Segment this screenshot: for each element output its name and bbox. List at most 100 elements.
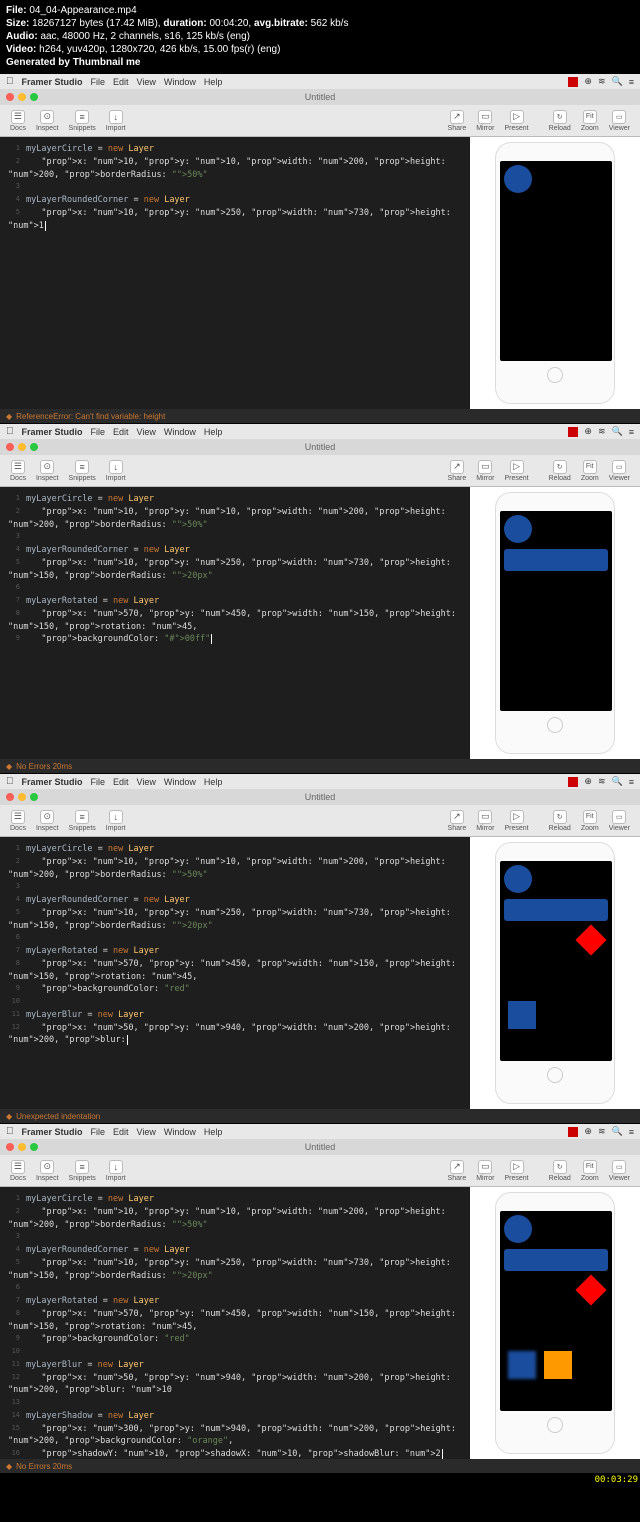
menu-item[interactable]: Help [204,1127,223,1137]
share-button[interactable]: ↗Share [444,460,471,482]
snippets-button[interactable]: ≡Snippets [65,460,100,482]
inspect-button[interactable]: ⊙Inspect [32,110,63,132]
menu-item[interactable]: Window [164,77,196,87]
success-icon: ◆ [6,1462,12,1471]
window-title: Untitled [305,442,336,452]
mirror-button[interactable]: ▭Mirror [472,460,498,482]
maximize-icon[interactable] [30,93,38,101]
phone-mockup [495,842,615,1104]
menu-item[interactable]: File [91,427,106,437]
docs-button[interactable]: ☰Docs [6,1160,30,1182]
menu-item[interactable]: Edit [113,427,129,437]
menu-icon: ≡ [629,1127,634,1137]
code-editor[interactable]: 1myLayerCircle = new Layer2 "prop">x: "n… [0,837,470,1109]
menu-item[interactable]: Edit [113,777,129,787]
window-titlebar: Untitled [0,789,640,805]
viewer-button[interactable]: ▭Viewer [605,460,634,482]
minimize-icon[interactable] [18,93,26,101]
preview-shape [544,1351,572,1379]
import-button[interactable]: ↓Import [102,110,130,132]
menu-item[interactable]: Window [164,777,196,787]
docs-button[interactable]: ☰Docs [6,460,30,482]
present-button[interactable]: ▷Present [501,1160,533,1182]
viewer-button[interactable]: ▭Viewer [605,1160,634,1182]
status-bar: ◆No Errors 20ms [0,1459,640,1473]
menu-item[interactable]: Edit [113,77,129,87]
import-button[interactable]: ↓Import [102,810,130,832]
home-button-icon [547,1067,563,1083]
present-button[interactable]: ▷Present [501,810,533,832]
mirror-button[interactable]: ▭Mirror [472,1160,498,1182]
menu-item[interactable]: View [137,77,156,87]
menu-item[interactable]: File [91,777,106,787]
status-bar: ◆ReferenceError: Can't find variable: he… [0,409,640,423]
code-editor[interactable]: 1myLayerCircle = new Layer2 "prop">x: "n… [0,487,470,759]
menu-item[interactable]: Help [204,77,223,87]
menu-item[interactable]: View [137,427,156,437]
minimize-icon[interactable] [18,1143,26,1151]
minimize-icon[interactable] [18,443,26,451]
search-icon: 🔍 [612,76,623,87]
docs-button[interactable]: ☰Docs [6,110,30,132]
close-icon[interactable] [6,443,14,451]
import-button[interactable]: ↓Import [102,460,130,482]
close-icon[interactable] [6,93,14,101]
snippets-button[interactable]: ≡Snippets [65,810,100,832]
present-button[interactable]: ▷Present [501,110,533,132]
wifi-icon: ≋ [598,426,606,437]
search-icon: 🔍 [612,426,623,437]
menu-item[interactable]: Window [164,1127,196,1137]
menu-item[interactable]: Help [204,427,223,437]
share-button[interactable]: ↗Share [444,110,471,132]
snippets-button[interactable]: ≡Snippets [65,110,100,132]
zoom-button[interactable]: FitZoom [577,460,603,482]
inspect-button[interactable]: ⊙Inspect [32,1160,63,1182]
record-icon [568,427,578,437]
zoom-button[interactable]: FitZoom [577,1160,603,1182]
mirror-button[interactable]: ▭Mirror [472,110,498,132]
present-button[interactable]: ▷Present [501,460,533,482]
import-button[interactable]: ↓Import [102,1160,130,1182]
file-metadata: File: 04_04-Appearance.mp4 Size: 1826712… [0,0,640,73]
snippets-button[interactable]: ≡Snippets [65,1160,100,1182]
wifi-icon: ⊕ [584,776,592,787]
apple-icon:  [6,76,14,87]
maximize-icon[interactable] [30,1143,38,1151]
menu-item[interactable]: Edit [113,1127,129,1137]
menu-item[interactable]: File [91,77,106,87]
reload-button[interactable]: ↻Reload [545,460,575,482]
menu-item[interactable]: View [137,1127,156,1137]
zoom-button[interactable]: FitZoom [577,110,603,132]
maximize-icon[interactable] [30,793,38,801]
menu-item[interactable]: Window [164,427,196,437]
inspect-button[interactable]: ⊙Inspect [32,810,63,832]
reload-button[interactable]: ↻Reload [545,110,575,132]
docs-button[interactable]: ☰Docs [6,810,30,832]
window-title: Untitled [305,1142,336,1152]
record-icon [568,77,578,87]
zoom-button[interactable]: FitZoom [577,810,603,832]
inspect-button[interactable]: ⊙Inspect [32,460,63,482]
minimize-icon[interactable] [18,793,26,801]
close-icon[interactable] [6,793,14,801]
viewer-button[interactable]: ▭Viewer [605,810,634,832]
app-name: Framer Studio [22,1127,83,1137]
close-icon[interactable] [6,1143,14,1151]
viewer-button[interactable]: ▭Viewer [605,110,634,132]
reload-button[interactable]: ↻Reload [545,1160,575,1182]
maximize-icon[interactable] [30,443,38,451]
menu-item[interactable]: View [137,777,156,787]
menu-item[interactable]: Help [204,777,223,787]
code-editor[interactable]: 1myLayerCircle = new Layer2 "prop">x: "n… [0,137,470,409]
mac-menubar: Framer StudioFileEditViewWindowHelp⊕≋🔍≡ [0,74,640,89]
preview-shape [504,515,532,543]
toolbar: ☰Docs⊙Inspect≡Snippets↓Import ↗Share▭Mirr… [0,455,640,487]
mirror-button[interactable]: ▭Mirror [472,810,498,832]
share-button[interactable]: ↗Share [444,810,471,832]
preview-shape [504,1249,608,1271]
preview-shape [504,865,532,893]
share-button[interactable]: ↗Share [444,1160,471,1182]
reload-button[interactable]: ↻Reload [545,810,575,832]
menu-item[interactable]: File [91,1127,106,1137]
code-editor[interactable]: 1myLayerCircle = new Layer2 "prop">x: "n… [0,1187,470,1459]
